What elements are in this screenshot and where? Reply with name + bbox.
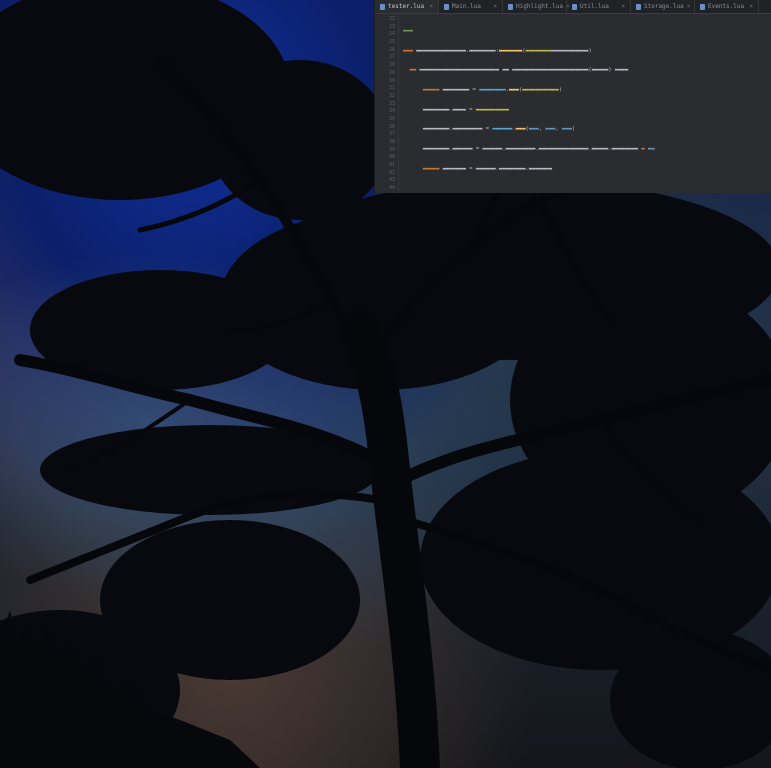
- close-icon[interactable]: ×: [749, 3, 753, 10]
- tab-events[interactable]: Events.lua ×: [695, 0, 759, 13]
- code-line: ▬▬ ▬▬▬▬▬▬▬▬▬▬▬▬▬▬▬▬▬▬▬▬▬▬▬▬ ▬▬ ▬▬▬▬▬▬▬▬▬…: [409, 67, 629, 74]
- line-number: 35: [388, 115, 395, 122]
- code-line: ▬▬▬ ▬▬▬▬▬▬▬▬▬▬▬▬▬▬▬.▬▬▬▬▬▬▬▬:▬▬▬▬▬▬▬(▬▬▬…: [403, 47, 592, 54]
- code-line: ▬▬▬▬▬▬▬▬.▬▬▬▬ = ▬▬▬▬▬▬▬▬▬▬: [403, 106, 509, 113]
- line-number: 31: [388, 85, 395, 92]
- file-icon: [636, 3, 641, 10]
- line-number-gutter: 22 23 24 25 26 27 28 29 30 31 32 33 34 3…: [375, 14, 399, 193]
- code-line: ▬▬▬▬▬ ▬▬▬▬▬▬▬▬ = ▬▬▬▬▬▬▬▬.▬▬▬(▬▬▬▬▬▬▬▬▬▬…: [422, 87, 562, 94]
- line-number: 43: [388, 177, 395, 184]
- code-line: ▬▬▬: [403, 28, 413, 34]
- tab-label: Main.lua: [452, 3, 481, 10]
- line-number: 33: [388, 100, 395, 107]
- tab-label: Util.lua: [580, 3, 609, 10]
- line-number: 26: [388, 46, 395, 53]
- line-number: 29: [388, 69, 395, 76]
- line-number: 34: [388, 108, 395, 115]
- code-line: ▬▬▬▬▬ ▬▬▬▬▬▬▬ = ▬▬▬▬▬▬.▬▬▬▬▬▬▬▬.▬▬▬▬▬▬▬: [422, 165, 553, 172]
- tab-storage[interactable]: Storage.lua ×: [631, 0, 695, 13]
- line-number: 36: [388, 123, 395, 130]
- file-icon: [380, 3, 385, 10]
- line-number: 25: [388, 39, 395, 46]
- tab-util[interactable]: Util.lua ×: [567, 0, 631, 13]
- close-icon[interactable]: ×: [429, 3, 433, 10]
- file-icon: [444, 3, 449, 10]
- line-number: 39: [388, 146, 395, 153]
- line-number: 32: [388, 92, 395, 99]
- file-icon: [508, 3, 513, 10]
- tab-tester[interactable]: tester.lua ×: [375, 0, 439, 13]
- tab-label: Events.lua: [708, 3, 745, 10]
- close-icon[interactable]: ×: [493, 3, 497, 10]
- tab-highlight[interactable]: Highlight.lua ×: [503, 0, 570, 13]
- close-icon[interactable]: ×: [687, 3, 691, 10]
- code-text: ▬▬▬ ▬▬▬ ▬▬▬▬▬▬▬▬▬▬▬▬▬▬▬.▬▬▬▬▬▬▬▬:▬▬▬▬▬▬▬…: [399, 14, 771, 193]
- tab-label: Storage.lua: [644, 3, 684, 10]
- code-area[interactable]: 22 23 24 25 26 27 28 29 30 31 32 33 34 3…: [375, 14, 771, 193]
- line-number: 24: [388, 31, 395, 38]
- code-editor-window[interactable]: tester.lua × Main.lua × Highlight.lua × …: [374, 0, 771, 193]
- line-number: 40: [388, 154, 395, 161]
- line-number: 42: [388, 169, 395, 176]
- code-line: ▬▬▬▬▬▬▬▬.▬▬▬▬▬▬ = ▬▬▬▬▬▬.▬▬▬▬▬▬▬▬▬.▬▬▬▬▬…: [403, 146, 655, 153]
- line-number: 41: [388, 162, 395, 169]
- tab-label: Highlight.lua: [516, 3, 563, 10]
- line-number: 22: [388, 16, 395, 22]
- code-line: ▬▬▬▬▬▬▬▬.▬▬▬▬▬▬▬▬▬ = ▬▬▬▬▬▬.▬▬▬(▬▬▬, ▬▬▬…: [403, 126, 576, 133]
- line-number: 30: [388, 77, 395, 84]
- tab-label: tester.lua: [388, 3, 425, 10]
- line-number: 37: [388, 131, 395, 138]
- line-number: 28: [388, 62, 395, 69]
- file-icon: [572, 3, 577, 10]
- file-icon: [700, 3, 705, 10]
- line-number: 44: [388, 185, 395, 192]
- line-number: 27: [388, 54, 395, 61]
- tab-main[interactable]: Main.lua ×: [439, 0, 503, 13]
- close-icon[interactable]: ×: [621, 3, 625, 10]
- line-number: 23: [388, 23, 395, 30]
- editor-tab-bar: tester.lua × Main.lua × Highlight.lua × …: [375, 0, 771, 14]
- line-number: 38: [388, 139, 395, 145]
